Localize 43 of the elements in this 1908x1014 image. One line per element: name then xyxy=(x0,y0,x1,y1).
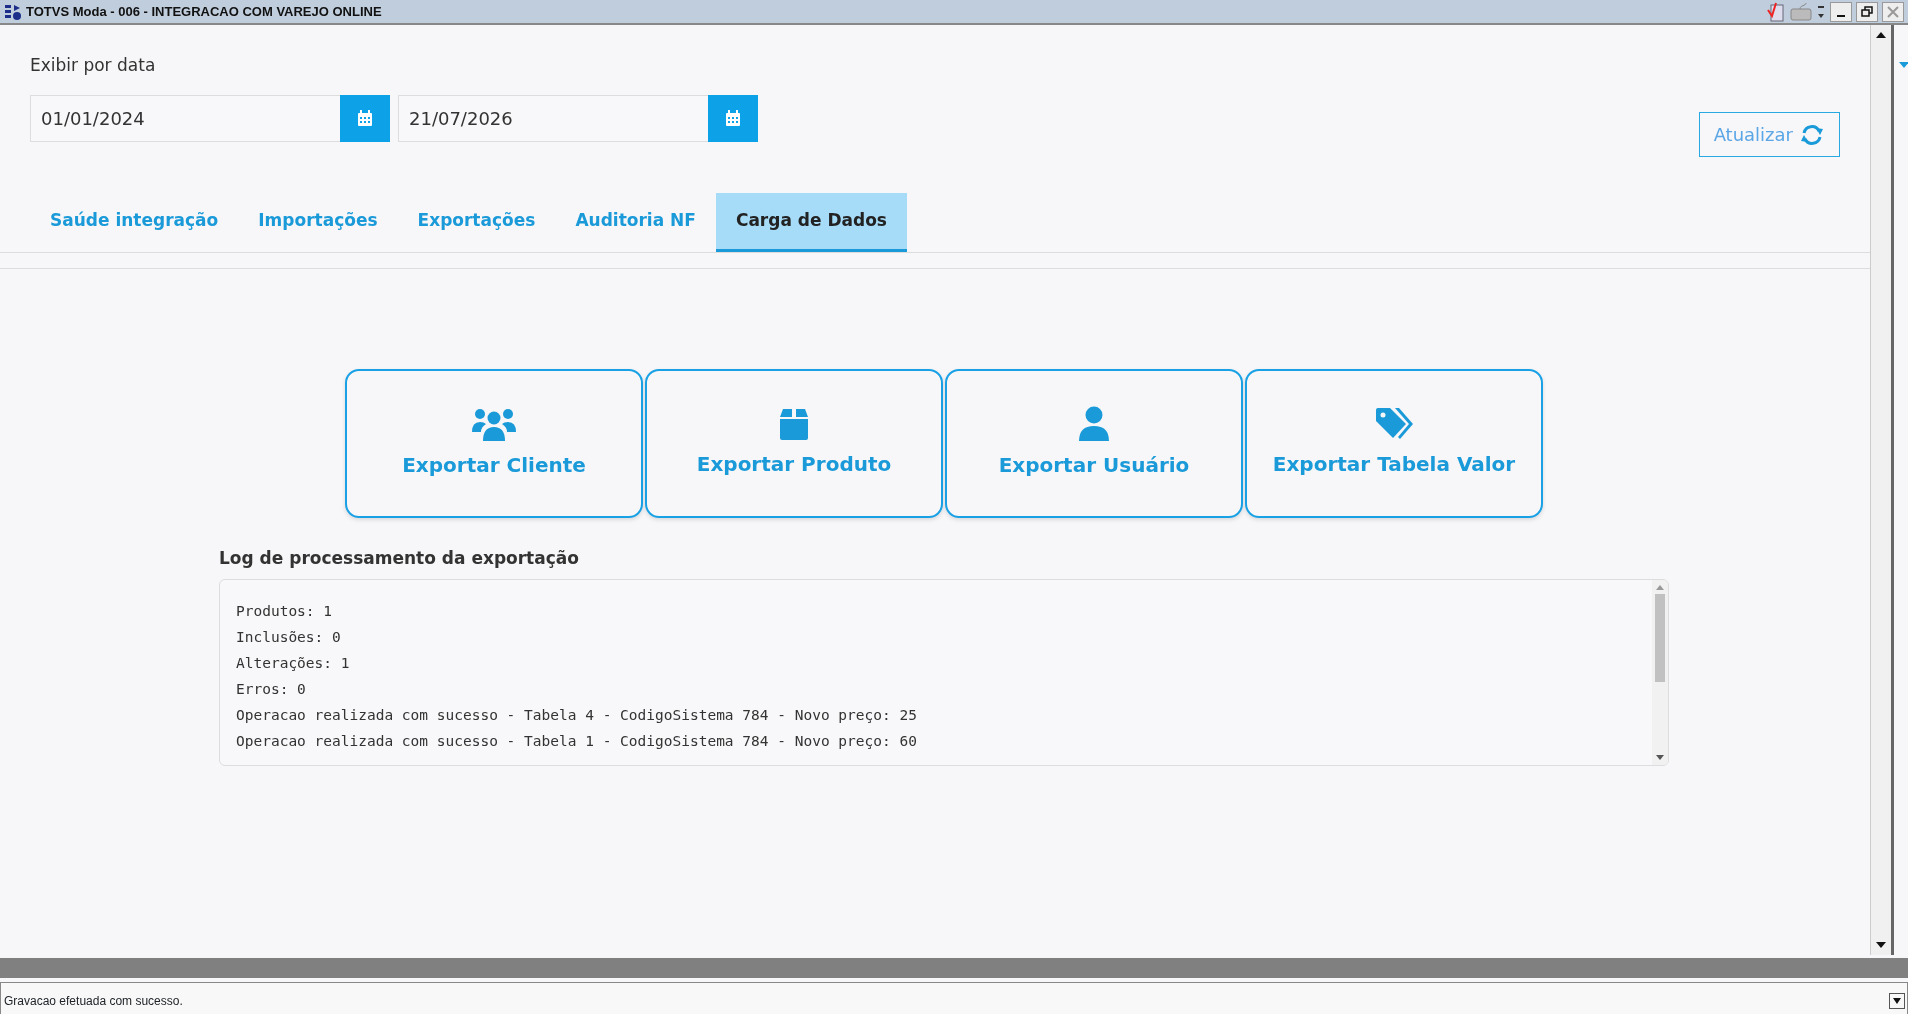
start-date-field[interactable]: 01/01/2024 xyxy=(30,94,340,142)
calendar-icon xyxy=(357,109,373,127)
minimize-icon xyxy=(1837,14,1845,17)
tab[interactable]: Carga de Dados xyxy=(715,193,907,252)
users-icon xyxy=(471,406,517,442)
log-line: Inclusões: 0 xyxy=(236,628,342,647)
log-line: Operacao realizada com sucesso - Tabela 4 - CodigoSistema 784 - Novo preço: 25 xyxy=(236,706,918,725)
caret-icon xyxy=(1892,996,1902,1005)
dropdown-button[interactable] xyxy=(1889,992,1905,1009)
log-title: Log de processamento da exportação xyxy=(219,546,580,570)
refresh-button[interactable]: Atualizar xyxy=(1698,112,1840,157)
calendar-button[interactable] xyxy=(708,94,758,142)
tab[interactable]: Importações xyxy=(238,193,398,252)
log-line: Erros: 0 xyxy=(236,680,307,699)
export-button[interactable]: Exportar Cliente xyxy=(345,368,643,518)
window-title: TOTVS Moda - 006 - INTEGRACAO COM VAREJO ONLINE xyxy=(26,4,382,19)
log-line: Operacao realizada com sucesso - Tabela 1 - CodigoSistema 784 - Novo preço: 60 xyxy=(236,732,918,751)
minimize-button[interactable] xyxy=(1830,1,1852,22)
scrollbar[interactable] xyxy=(1870,25,1891,955)
tab[interactable]: Auditoria NF xyxy=(555,193,716,252)
box-icon xyxy=(777,407,811,441)
app-icon xyxy=(4,2,22,21)
log-line: Produtos: 1 xyxy=(236,602,334,621)
calendar-button[interactable] xyxy=(340,94,390,142)
export-button[interactable]: Exportar Usuário xyxy=(945,368,1243,518)
calendar-icon xyxy=(725,109,741,127)
status-message: Gravacao efetuada com sucesso. xyxy=(4,993,183,1008)
export-button[interactable]: Exportar Produto xyxy=(645,368,943,518)
export-button[interactable]: Exportar Tabela Valor xyxy=(1245,368,1543,518)
restore-button[interactable] xyxy=(1856,1,1878,22)
user-icon xyxy=(1078,406,1110,442)
tags-icon xyxy=(1374,407,1414,441)
refresh-icon xyxy=(1799,122,1825,147)
end-date-field[interactable]: 21/07/2026 xyxy=(398,94,708,142)
scrollbar[interactable] xyxy=(1652,580,1668,765)
date-filter-label: Exibir por data xyxy=(30,54,157,77)
document-check-icon[interactable] xyxy=(1766,1,1786,22)
tab[interactable]: Exportações xyxy=(397,193,556,252)
restore-icon xyxy=(1861,5,1873,18)
tab[interactable]: Saúde integração xyxy=(30,193,239,252)
dropdown-arrow-icon[interactable] xyxy=(1898,60,1908,70)
close-icon xyxy=(1887,5,1899,18)
log-line: Alterações: 1 xyxy=(236,654,351,673)
